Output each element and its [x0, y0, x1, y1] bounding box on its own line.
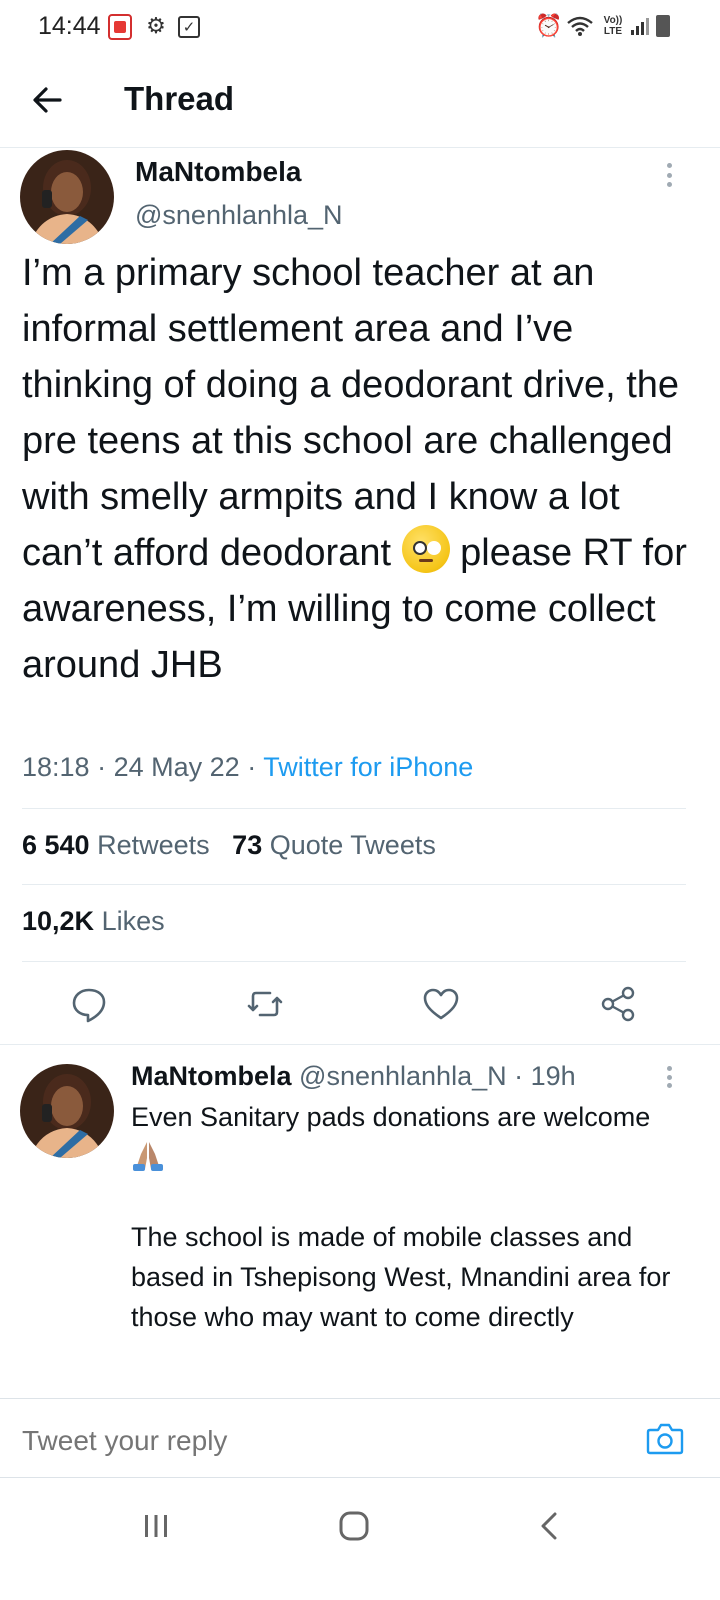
- tweet-text-part1: I’m a primary school teacher at an infor…: [22, 252, 690, 574]
- retweets-count: 6 540: [22, 830, 90, 860]
- reply-author-handle[interactable]: @snenhlanhla_N: [299, 1061, 507, 1091]
- likes-link[interactable]: 10,2K Likes: [22, 906, 165, 937]
- app-header: Thread: [0, 54, 720, 148]
- tweet-text: I’m a primary school teacher at an infor…: [22, 245, 702, 693]
- reply-input[interactable]: [22, 1425, 602, 1457]
- divider: [22, 961, 686, 962]
- retweets-link[interactable]: 6 540 Retweets: [22, 830, 210, 860]
- signal-icon: [630, 14, 650, 38]
- reply-text: Even Sanitary pads donations are welcome…: [131, 1097, 691, 1337]
- gear-icon: ⚙: [146, 13, 166, 38]
- retweet-icon[interactable]: [243, 982, 287, 1026]
- reply-avatar[interactable]: [20, 1064, 114, 1158]
- camera-icon[interactable]: [646, 1421, 684, 1455]
- home-icon[interactable]: [324, 1506, 384, 1546]
- wifi-icon: [566, 14, 594, 38]
- like-icon[interactable]: [419, 982, 463, 1026]
- arrow-left-icon[interactable]: [28, 80, 68, 120]
- back-icon[interactable]: [520, 1506, 580, 1546]
- author-handle[interactable]: @snenhlanhla_N: [135, 200, 343, 231]
- quotes-label: Quote Tweets: [269, 830, 436, 860]
- author-name[interactable]: MaNtombela: [135, 156, 301, 188]
- reply-text-rest: The school is made of mobile classes and…: [131, 1222, 671, 1332]
- system-navbar: [0, 1478, 720, 1600]
- page-title: Thread: [124, 80, 235, 117]
- more-options-icon[interactable]: [667, 1066, 675, 1088]
- checkbox-icon: ✓: [178, 16, 200, 38]
- pdf-app-icon: [108, 14, 132, 40]
- divider: [0, 1044, 720, 1045]
- divider: [22, 808, 686, 809]
- reply-age: 19h: [530, 1061, 576, 1091]
- tweet-source-link[interactable]: Twitter for iPhone: [263, 752, 473, 782]
- retweets-label: Retweets: [97, 830, 210, 860]
- quotes-link[interactable]: 73 Quote Tweets: [232, 830, 436, 860]
- meta-separator: ·: [514, 1061, 524, 1091]
- reply-header: MaNtombela @snenhlanhla_N · 19h: [131, 1061, 576, 1092]
- divider: [22, 884, 686, 885]
- more-options-icon[interactable]: [667, 163, 675, 187]
- status-bar: 14:44 ⚙ ✓ ⏰ Vo)) LTE: [0, 0, 720, 54]
- reply-composer: [0, 1398, 720, 1478]
- meta-separator: ·: [97, 752, 107, 782]
- share-icon[interactable]: [596, 982, 640, 1026]
- battery-icon: [656, 15, 670, 37]
- recent-apps-icon[interactable]: [126, 1506, 186, 1546]
- folded-hands-emoji-icon: [131, 1138, 165, 1172]
- likes-count: 10,2K: [22, 906, 95, 936]
- tweet-actions: [0, 966, 720, 1044]
- tweet-meta: 18:18 · 24 May 22 · Twitter for iPhone: [22, 752, 473, 783]
- volte-icon: Vo)) LTE: [603, 15, 623, 37]
- reply-text-line1: Even Sanitary pads donations are welcome: [131, 1102, 658, 1132]
- meta-separator: ·: [247, 752, 257, 782]
- tweet-date: 24 May 22: [113, 752, 240, 782]
- rolling-eyes-emoji-icon: [401, 525, 450, 573]
- alarm-icon: ⏰: [535, 13, 563, 38]
- avatar[interactable]: [20, 150, 114, 244]
- reply-author-name[interactable]: MaNtombela: [131, 1061, 292, 1091]
- reply-icon[interactable]: [67, 982, 111, 1026]
- retweet-stats: 6 540 Retweets 73 Quote Tweets: [22, 830, 436, 861]
- quotes-count: 73: [232, 830, 263, 860]
- status-time: 14:44: [38, 12, 101, 40]
- likes-label: Likes: [101, 906, 165, 936]
- tweet-time: 18:18: [22, 752, 90, 782]
